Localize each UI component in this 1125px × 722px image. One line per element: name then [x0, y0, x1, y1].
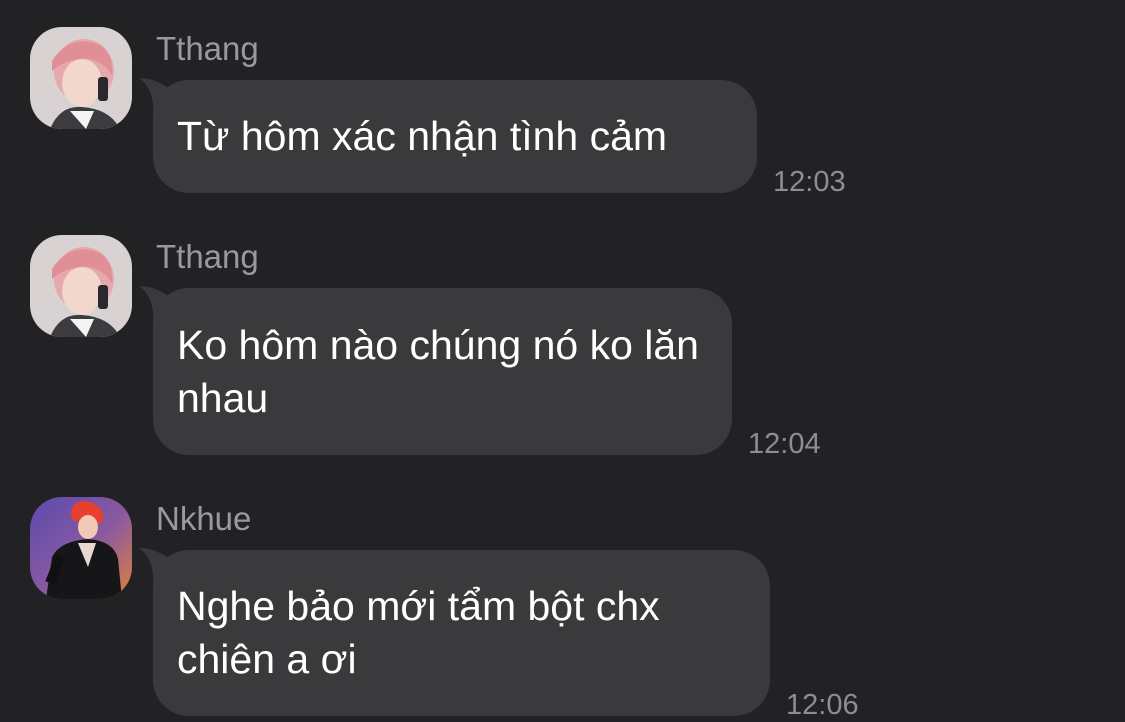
bubble-tail: [139, 78, 183, 114]
message-text: Từ hôm xác nhận tình cảm: [177, 113, 668, 159]
sender-name: Nkhue: [156, 500, 252, 537]
avatar-tthang[interactable]: [30, 235, 132, 337]
bubble-tail: [139, 286, 183, 322]
avatar-image: [30, 497, 132, 599]
message-bubble[interactable]: Từ hôm xác nhận tình cảm: [139, 78, 757, 193]
message-time: 12:06: [786, 689, 859, 721]
avatar-nkhue[interactable]: [30, 497, 132, 599]
avatar-tthang[interactable]: [30, 27, 132, 129]
avatar-image: [30, 27, 132, 129]
bubble-tail: [139, 548, 183, 584]
message-time: 12:03: [773, 166, 846, 198]
chat-thread: Tthang Từ hôm xác nhận tình cảm 12:03 Tt…: [0, 0, 1125, 722]
message-text: Ko hôm nào chúng nó ko lăn nhau: [177, 321, 699, 421]
message-bubble[interactable]: Ko hôm nào chúng nó ko lăn nhau: [139, 286, 732, 455]
sender-name: Tthang: [156, 238, 259, 275]
message-time: 12:04: [748, 428, 821, 460]
message-bubble[interactable]: Nghe bảo mới tẩm bột chx chiên a ơi: [139, 548, 770, 716]
avatar-image: [30, 235, 132, 337]
sender-name: Tthang: [156, 30, 259, 67]
message-text: Nghe bảo mới tẩm bột chx chiên a ơi: [177, 583, 660, 682]
